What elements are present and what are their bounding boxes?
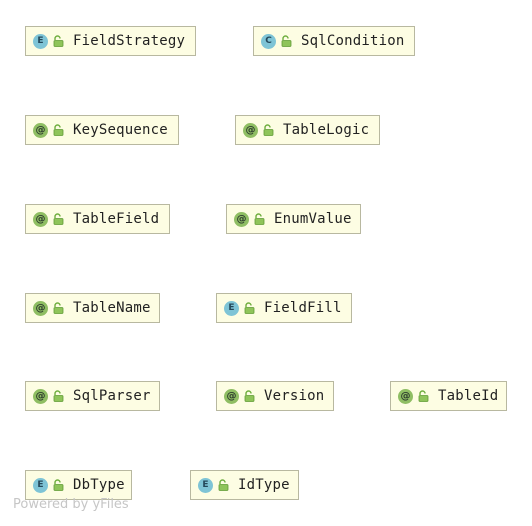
open-lock-icon bbox=[244, 390, 255, 402]
enum-icon: E bbox=[224, 300, 239, 316]
node-keysequence[interactable]: @ KeySequence bbox=[25, 115, 179, 145]
annotation-icon: @ bbox=[234, 211, 249, 227]
node-label: KeySequence bbox=[73, 122, 168, 138]
open-lock-icon bbox=[218, 479, 229, 491]
enum-icon: E bbox=[33, 33, 48, 49]
class-icon: C bbox=[261, 33, 276, 49]
node-label: Version bbox=[264, 388, 325, 404]
node-dbtype[interactable]: E DbType bbox=[25, 470, 132, 500]
open-lock-icon bbox=[53, 479, 64, 491]
node-tableid[interactable]: @ TableId bbox=[390, 381, 507, 411]
annotation-icon: @ bbox=[33, 388, 48, 404]
node-label: EnumValue bbox=[274, 211, 352, 227]
annotation-icon: @ bbox=[33, 300, 48, 316]
open-lock-icon bbox=[418, 390, 429, 402]
open-lock-icon bbox=[53, 35, 64, 47]
annotation-icon: @ bbox=[243, 122, 258, 138]
node-enumvalue[interactable]: @ EnumValue bbox=[226, 204, 361, 234]
node-label: TableName bbox=[73, 300, 151, 316]
node-label: FieldStrategy bbox=[73, 33, 186, 49]
node-sqlparser[interactable]: @ SqlParser bbox=[25, 381, 160, 411]
class-diagram: E FieldStrategy C SqlCondition @ KeySequ… bbox=[0, 0, 532, 526]
annotation-icon: @ bbox=[398, 388, 413, 404]
open-lock-icon bbox=[244, 302, 255, 314]
node-label: FieldFill bbox=[264, 300, 342, 316]
open-lock-icon bbox=[53, 390, 64, 402]
annotation-icon: @ bbox=[33, 211, 48, 227]
node-tablename[interactable]: @ TableName bbox=[25, 293, 160, 323]
node-tablelogic[interactable]: @ TableLogic bbox=[235, 115, 380, 145]
node-idtype[interactable]: E IdType bbox=[190, 470, 299, 500]
node-label: DbType bbox=[73, 477, 125, 493]
node-sqlcondition[interactable]: C SqlCondition bbox=[253, 26, 415, 56]
open-lock-icon bbox=[53, 302, 64, 314]
open-lock-icon bbox=[281, 35, 292, 47]
node-label: SqlCondition bbox=[301, 33, 405, 49]
node-fieldfill[interactable]: E FieldFill bbox=[216, 293, 352, 323]
powered-by-watermark: Powered by yFiles bbox=[13, 497, 129, 512]
annotation-icon: @ bbox=[33, 122, 48, 138]
node-tablefield[interactable]: @ TableField bbox=[25, 204, 170, 234]
annotation-icon: @ bbox=[224, 388, 239, 404]
node-fieldstrategy[interactable]: E FieldStrategy bbox=[25, 26, 196, 56]
enum-icon: E bbox=[33, 477, 48, 493]
open-lock-icon bbox=[254, 213, 265, 225]
node-label: TableId bbox=[438, 388, 499, 404]
open-lock-icon bbox=[53, 124, 64, 136]
node-label: TableField bbox=[73, 211, 160, 227]
open-lock-icon bbox=[53, 213, 64, 225]
node-label: IdType bbox=[238, 477, 290, 493]
node-label: TableLogic bbox=[283, 122, 370, 138]
open-lock-icon bbox=[263, 124, 274, 136]
node-label: SqlParser bbox=[73, 388, 151, 404]
node-version[interactable]: @ Version bbox=[216, 381, 334, 411]
enum-icon: E bbox=[198, 477, 213, 493]
